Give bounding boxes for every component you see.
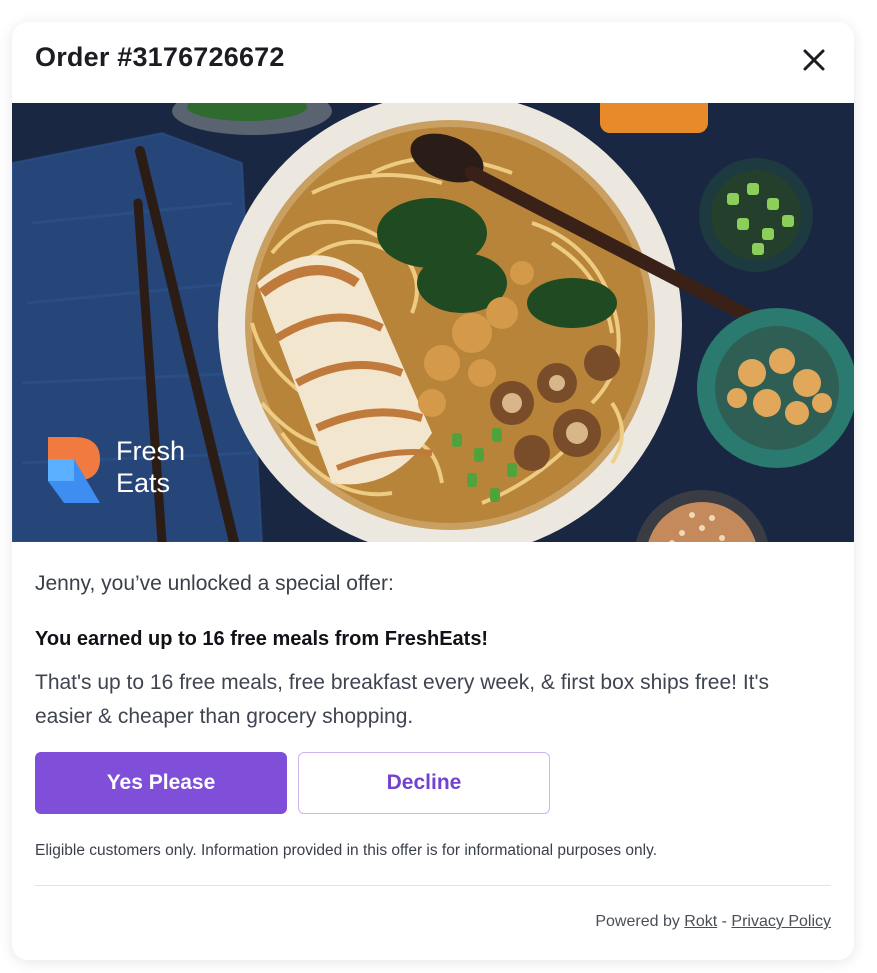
greeting-text: Jenny, you’ve unlocked a special offer: — [35, 572, 394, 595]
powered-by-text: Powered by — [595, 913, 685, 930]
rokt-link[interactable]: Rokt — [684, 913, 717, 930]
yes-please-button[interactable]: Yes Please — [35, 752, 287, 814]
hero-image: Fresh Eats — [12, 103, 854, 542]
footer-separator: - — [717, 913, 732, 930]
offer-modal: Order #3176726672 Fresh Eats Jenny, you’… — [12, 22, 854, 960]
close-icon — [803, 49, 825, 71]
logo-text: Fresh Eats — [116, 435, 185, 499]
offer-description: That's up to 16 free meals, free breakfa… — [35, 671, 770, 728]
logo-line-2: Eats — [116, 468, 171, 498]
disclaimer-text: Eligible customers only. Information pro… — [35, 842, 658, 859]
fresheats-logo-icon — [48, 437, 100, 503]
divider — [35, 885, 831, 886]
order-title: Order #3176726672 — [35, 42, 285, 72]
fresheats-logo: Fresh Eats — [48, 435, 208, 507]
logo-line-1: Fresh — [116, 436, 186, 466]
decline-button[interactable]: Decline — [298, 752, 550, 814]
modal-header: Order #3176726672 — [12, 22, 854, 103]
close-button[interactable] — [798, 44, 830, 76]
privacy-policy-link[interactable]: Privacy Policy — [731, 913, 831, 930]
offer-headline: You earned up to 16 free meals from Fres… — [35, 628, 489, 650]
footer: Powered by Rokt - Privacy Policy — [595, 913, 831, 931]
